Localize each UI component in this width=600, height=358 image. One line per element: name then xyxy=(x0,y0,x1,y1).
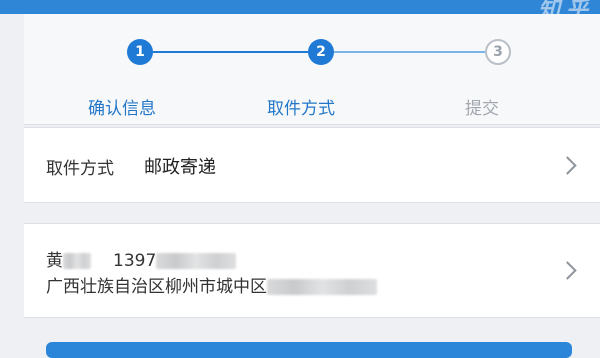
top-bar: 知乎 xyxy=(0,0,600,22)
step-connector-1 xyxy=(153,51,311,53)
pickup-method-label: 取件方式 xyxy=(46,159,114,179)
step-3-indicator: 3 xyxy=(485,39,511,65)
pickup-method-row[interactable]: 取件方式 邮政寄递 xyxy=(24,127,600,203)
recipient-name-line: 黄 1397 xyxy=(46,246,237,271)
submit-button[interactable] xyxy=(46,342,572,358)
recipient-address-row[interactable]: 黄 1397 广西壮族自治区柳州市城中区 xyxy=(24,223,600,318)
recipient-address-line: 广西壮族自治区柳州市城中区 xyxy=(46,272,377,297)
step-connector-2 xyxy=(331,51,489,53)
redacted-address xyxy=(267,279,377,295)
step-2-indicator: 2 xyxy=(308,39,334,65)
recipient-name: 黄 xyxy=(46,251,63,271)
redacted-phone xyxy=(156,253,237,269)
progress-stepper: 1 2 3 确认信息 取件方式 提交 xyxy=(24,14,600,125)
recipient-address: 广西壮族自治区柳州市城中区 xyxy=(46,277,267,297)
pickup-method-value: 邮政寄递 xyxy=(144,157,216,178)
step-3-label: 提交 xyxy=(465,99,499,119)
chevron-right-icon xyxy=(558,156,577,175)
step-1-indicator: 1 xyxy=(127,39,153,65)
step-2-label: 取件方式 xyxy=(267,99,335,119)
recipient-phone: 1397 xyxy=(113,251,157,271)
redacted-name xyxy=(63,253,91,269)
chevron-right-icon xyxy=(558,261,577,280)
step-1-label: 确认信息 xyxy=(88,99,156,119)
